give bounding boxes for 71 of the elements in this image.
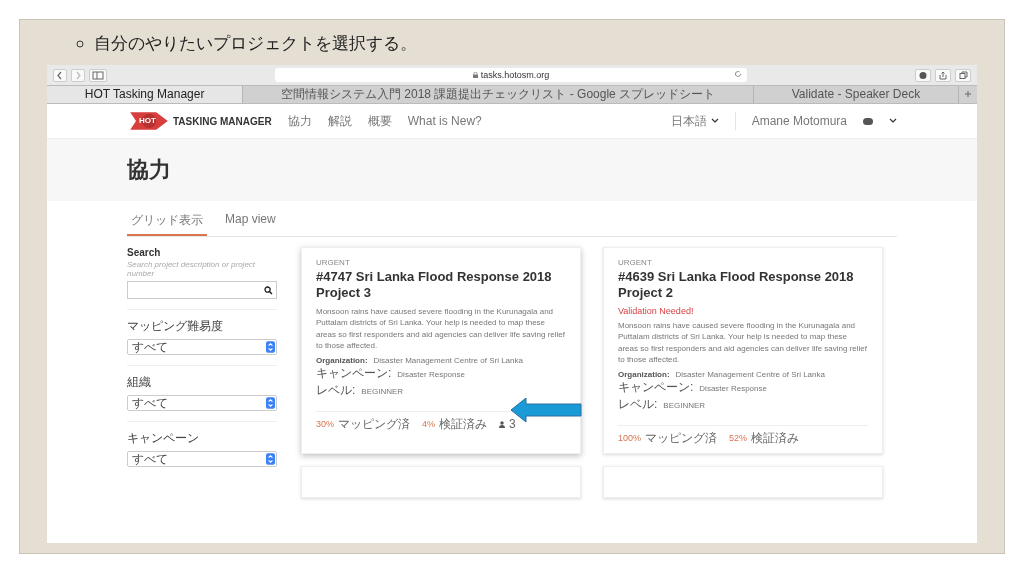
filter-label: マッピング難易度 — [127, 318, 224, 335]
project-title: #4639 Sri Lanka Flood Response 2018 Project 2 — [618, 269, 855, 302]
meta-value: BEGINNER — [361, 386, 404, 396]
contributor-count: 3 — [509, 417, 516, 432]
nav-link[interactable]: 解説 — [327, 112, 352, 130]
project-card[interactable] — [301, 247, 581, 454]
search-icon[interactable] — [264, 285, 273, 295]
meta-label: キャンペーン: — [316, 365, 392, 382]
browser-tab[interactable]: 空間情報システム入門 2018 課題提出チェックリスト - Google スプレッドシート — [243, 86, 754, 103]
filter-dropdown[interactable]: すべて — [127, 451, 277, 467]
search-field[interactable] — [127, 281, 277, 299]
meta-value: Disaster Management Centre of Sri Lanka — [373, 355, 523, 365]
nav-link[interactable]: 協力 — [287, 112, 312, 130]
view-tab[interactable]: グリッド表示 — [127, 207, 207, 236]
filter-dropdown[interactable]: すべて — [127, 395, 277, 411]
browser-tab[interactable]: Validate - Speaker Deck — [753, 86, 959, 103]
dropdown-arrows-icon — [266, 453, 275, 465]
bullet-icon — [76, 39, 84, 48]
meta-value: Disaster Response — [699, 383, 767, 393]
filter-label: キャンペーン — [127, 430, 200, 447]
filter-label: 組織 — [127, 374, 152, 391]
meta-label: Organization: — [316, 355, 368, 365]
reload-icon[interactable] — [734, 70, 742, 78]
meta-label: キャンペーン: — [618, 379, 694, 396]
meta-value: Disaster Response — [397, 369, 465, 379]
person-icon — [499, 420, 506, 428]
browser-tab[interactable]: HOT Tasking Manager — [47, 86, 244, 103]
meta-label: レベル: — [618, 395, 658, 413]
project-description: Monsoon rains have caused severe flooding in the Kurunagala and Puttalam districts of Sri Lanka. Your help is needed to map these areas so first responders and aid agencies can deliver life saving relief to those affected. — [316, 305, 566, 352]
download-icon[interactable] — [915, 68, 931, 82]
project-description: Monsoon rains have caused severe flooding in the Kurunagala and Puttalam districts of Sri Lanka. Your help is needed to map these areas so first responders and aid agencies can deliver life saving relief to those affected. — [618, 319, 868, 366]
address-bar[interactable]: tasks.hotosm.org — [275, 68, 747, 82]
caret-icon[interactable] — [889, 118, 897, 124]
validated-label: 検証済み — [439, 415, 488, 433]
validated-percent: 52% — [729, 433, 748, 444]
sidebar-icon[interactable] — [89, 68, 107, 82]
nav-link[interactable]: What is New? — [407, 114, 482, 128]
dropdown-arrows-icon — [266, 341, 275, 353]
bullet-text: 自分のやりたいプロジェクトを選択する。 — [94, 32, 417, 55]
search-label: Search — [127, 247, 162, 258]
notification-badge-icon — [863, 117, 873, 125]
page-title: 協力 — [127, 156, 172, 184]
logo-badge-text: HOT — [139, 116, 156, 125]
back-icon[interactable] — [53, 68, 67, 82]
dropdown-arrows-icon — [266, 397, 275, 409]
view-tab[interactable]: Map view — [221, 207, 280, 236]
language-menu[interactable]: 日本語 — [670, 112, 719, 130]
mapped-percent: 100% — [618, 433, 642, 444]
meta-label: Organization: — [618, 369, 670, 379]
new-tab-icon[interactable] — [963, 89, 973, 99]
priority-label: URGENT — [618, 258, 653, 267]
lock-icon — [472, 72, 478, 78]
logo-text[interactable]: TASKING MANAGER — [173, 115, 272, 127]
mapped-label: マッピング済 — [645, 429, 718, 447]
validated-label: 検証済み — [751, 429, 800, 447]
mapped-label: マッピング済 — [338, 415, 410, 433]
validated-percent: 4% — [422, 419, 436, 430]
meta-label: レベル: — [316, 381, 356, 399]
priority-label: URGENT — [316, 258, 351, 267]
user-menu[interactable]: Amane Motomura — [751, 114, 847, 128]
meta-value: Disaster Management Centre of Sri Lanka — [675, 369, 825, 379]
tabs-icon[interactable] — [955, 68, 971, 82]
caret-icon[interactable] — [710, 118, 719, 124]
project-title: #4747 Sri Lanka Flood Response 2018 Project 3 — [316, 269, 553, 302]
meta-value: BEGINNER — [663, 400, 706, 410]
validation-notice: Validation Needed! — [618, 305, 695, 316]
search-hint: Search project description or project number — [127, 260, 257, 278]
url-text: tasks.hotosm.org — [480, 70, 550, 80]
filter-dropdown[interactable]: すべて — [127, 339, 277, 355]
mapped-percent: 30% — [316, 419, 334, 430]
nav-link[interactable]: 概要 — [367, 112, 392, 130]
